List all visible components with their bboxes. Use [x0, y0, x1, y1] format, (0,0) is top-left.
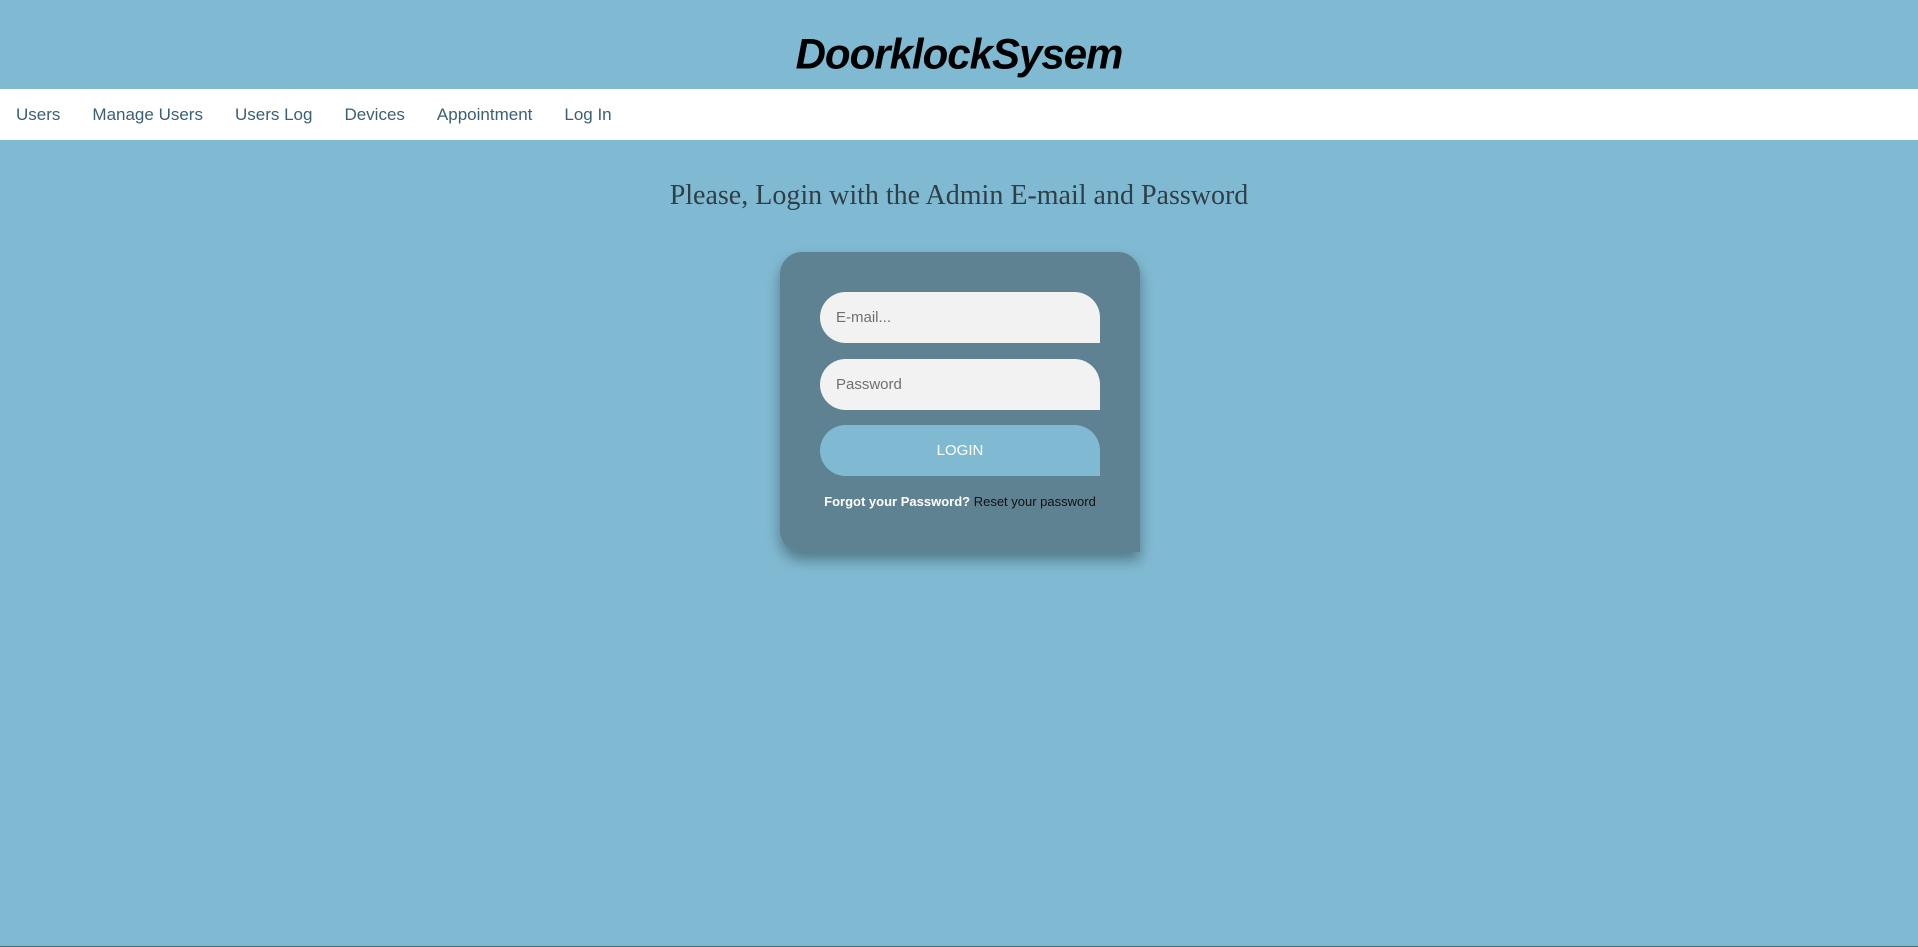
site-title: DoorklockSysem	[795, 29, 1124, 78]
login-button[interactable]: LOGIN	[820, 425, 1100, 476]
nav-item-users[interactable]: Users	[0, 89, 76, 140]
email-field[interactable]	[820, 292, 1100, 343]
navbar: Users Manage Users Users Log Devices App…	[0, 89, 1918, 140]
login-form: LOGIN Forgot your Password? Reset your p…	[780, 252, 1140, 552]
nav-item-appointment[interactable]: Appointment	[421, 89, 548, 140]
forgot-password-label: Forgot your Password?	[824, 494, 971, 509]
nav-item-manage-users[interactable]: Manage Users	[76, 89, 219, 140]
nav-item-log-in[interactable]: Log In	[548, 89, 627, 140]
reset-password-link[interactable]: Reset your password	[974, 494, 1096, 509]
nav-item-users-log[interactable]: Users Log	[219, 89, 328, 140]
header: DoorklockSysem	[0, 0, 1918, 89]
password-field[interactable]	[820, 359, 1100, 410]
login-heading: Please, Login with the Admin E-mail and …	[669, 180, 1249, 211]
nav-item-devices[interactable]: Devices	[328, 89, 420, 140]
forgot-password-row: Forgot your Password? Reset your passwor…	[780, 493, 1140, 511]
